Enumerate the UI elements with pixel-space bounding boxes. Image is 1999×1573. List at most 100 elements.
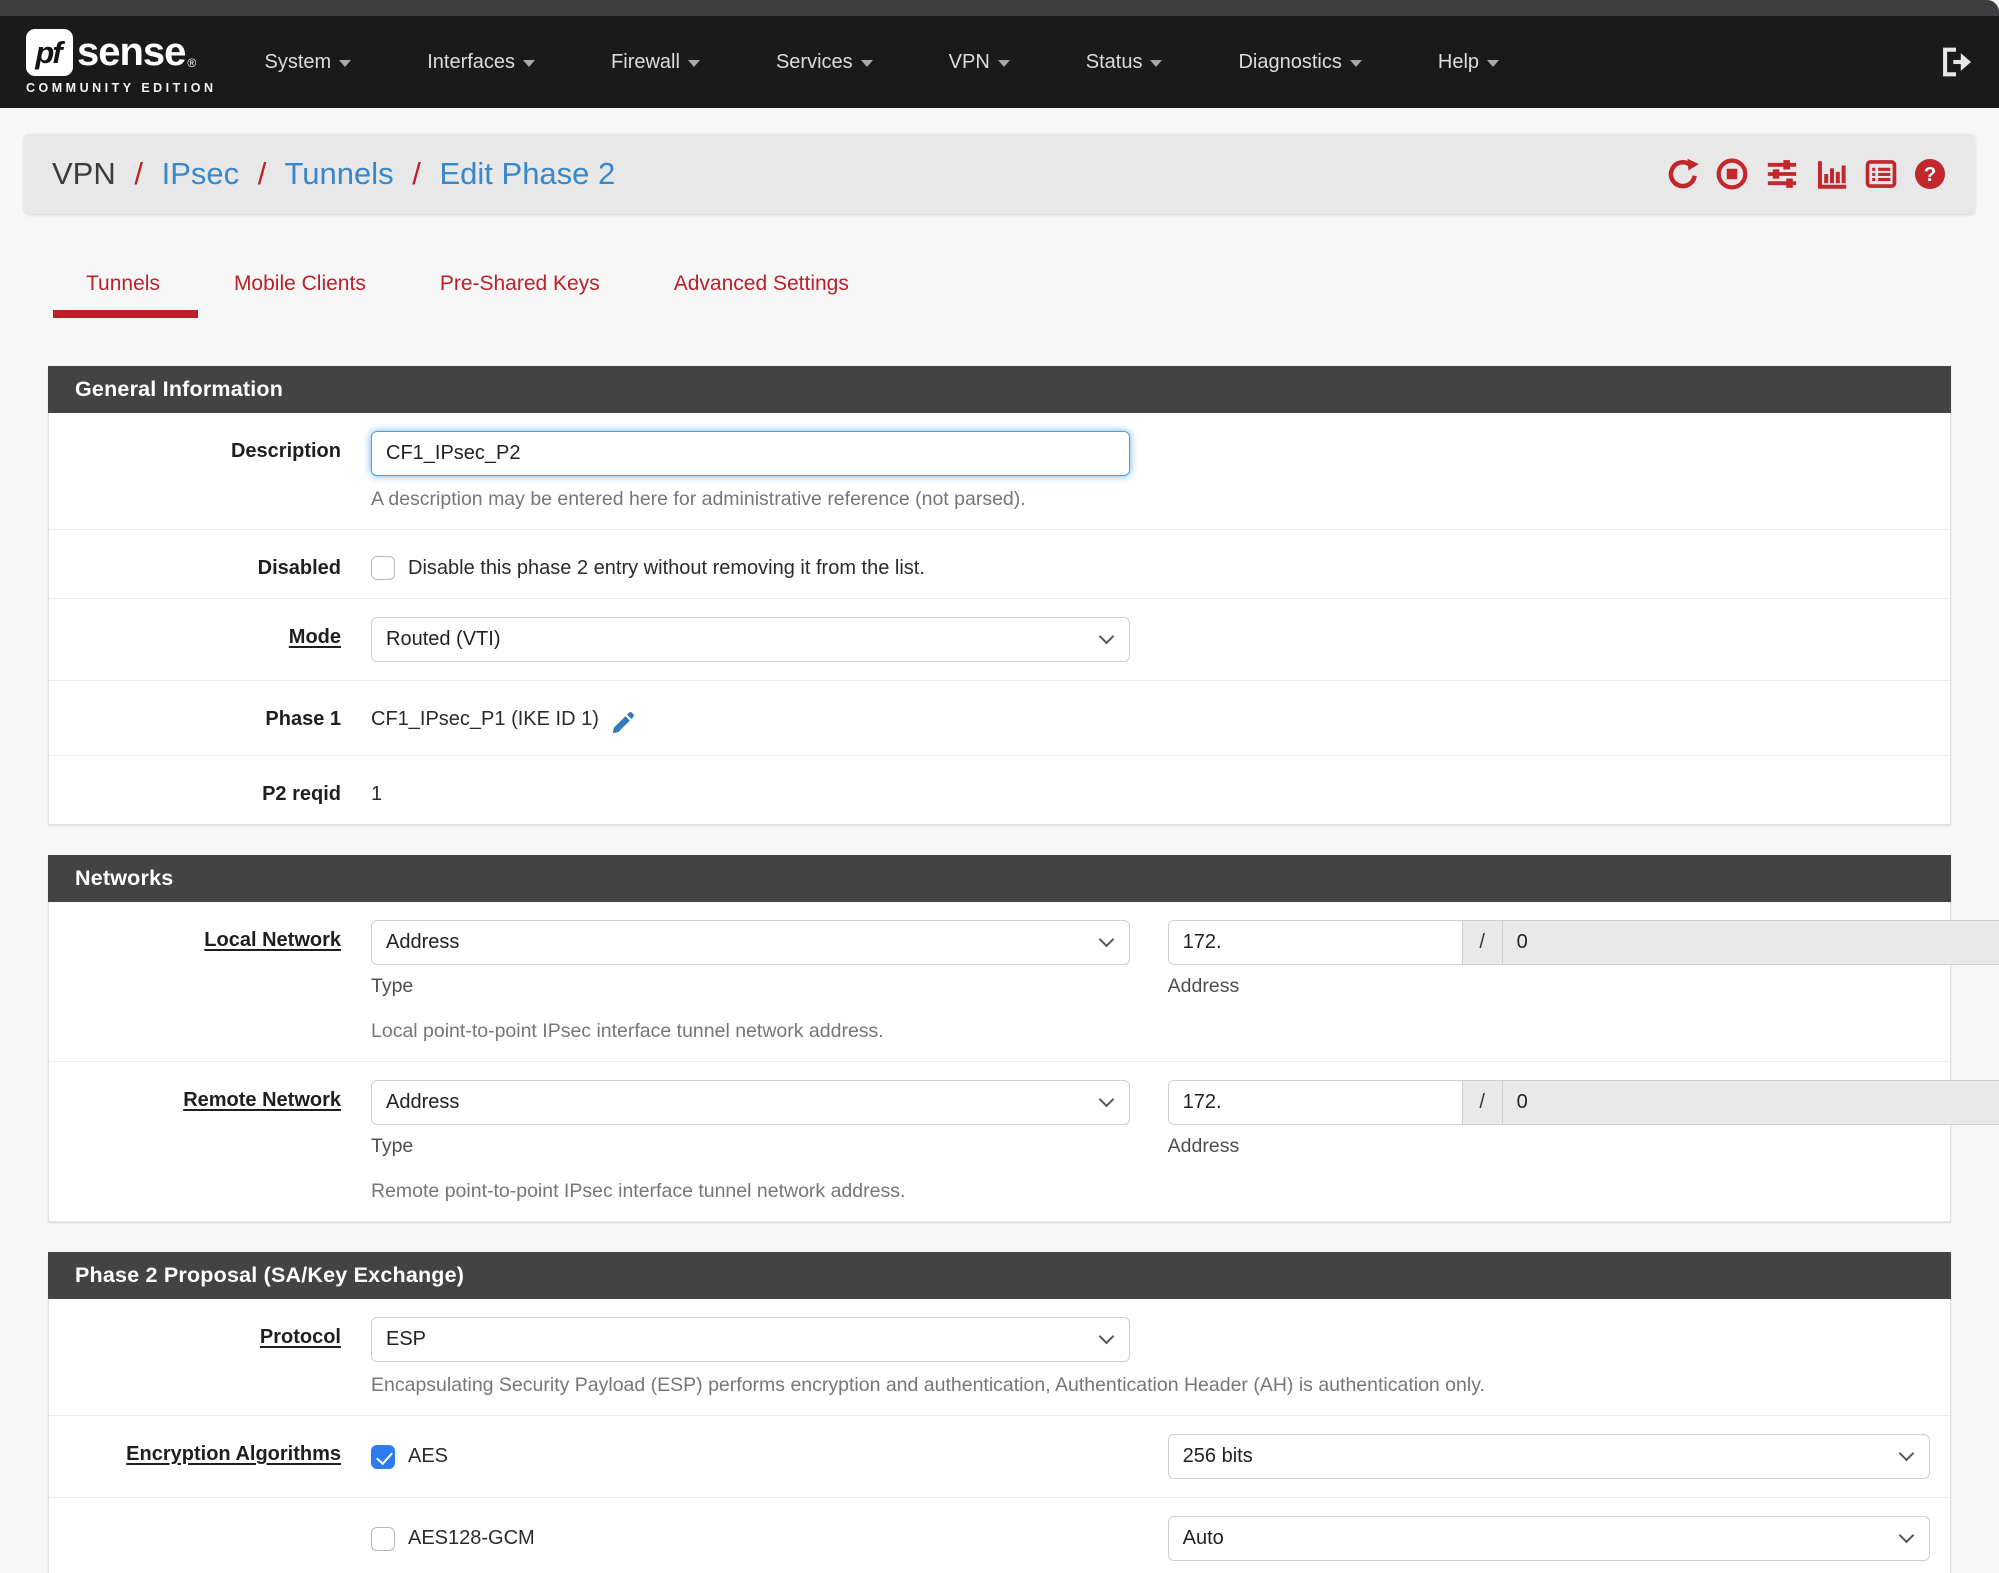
panel-title: General Information <box>48 366 1951 413</box>
pfsense-logo[interactable]: pf sense ® COMMUNITY EDITION <box>26 29 217 95</box>
local-network-address-input[interactable] <box>1167 920 1463 965</box>
bar-chart-icon[interactable] <box>1815 157 1849 191</box>
phase1-value-line: CF1_IPsec_P1 (IKE ID 1) <box>371 699 1930 737</box>
community-edition-label: COMMUNITY EDITION <box>26 81 217 95</box>
panel-networks: Networks Local Network Address Type 172.… <box>48 855 1999 1222</box>
nav-item-interfaces[interactable]: Interfaces <box>427 50 536 74</box>
breadcrumb-trail: VPN / IPsec / Tunnels / Edit Phase 2 <box>52 156 615 192</box>
row-remote-network: Remote Network Address Type 172. / 0 Add… <box>49 1061 1999 1221</box>
nav-item-help[interactable]: Help <box>1437 50 1500 74</box>
nav-item-services[interactable]: Services <box>776 51 873 74</box>
chevron-down-icon <box>523 60 536 67</box>
breadcrumb: VPN / IPsec / Tunnels / Edit Phase 2 ? <box>24 134 1975 214</box>
panel-body: Description A description may be entered… <box>48 413 1951 825</box>
panel-phase2-proposal: Phase 2 Proposal (SA/Key Exchange) Proto… <box>48 1252 1951 1573</box>
nav-item-label: Services <box>775 50 853 73</box>
aes-checkbox-label: AES <box>408 1445 449 1467</box>
nav-item-diagnostics[interactable]: Diagnostics <box>1238 50 1362 74</box>
nav-item-label: Diagnostics <box>1238 50 1342 73</box>
panel-body: Protocol ESP Encapsulating Security Payl… <box>48 1299 1951 1573</box>
remote-network-address-group: / 0 <box>1167 1080 1999 1125</box>
disabled-checkbox[interactable] <box>371 556 395 580</box>
sliders-icon[interactable] <box>1764 157 1800 191</box>
breadcrumb-link-ipsec[interactable]: IPsec <box>162 156 240 191</box>
edit-pencil-icon[interactable] <box>609 709 637 737</box>
breadcrumb-link-tunnels[interactable]: Tunnels <box>284 156 393 191</box>
local-network-help: Local point-to-point IPsec interface tun… <box>371 1020 884 1042</box>
local-network-label: Local Network <box>49 920 371 1043</box>
sign-out-icon <box>1943 47 1971 77</box>
remote-network-mask-select[interactable]: 0 <box>1502 1080 1999 1125</box>
description-input[interactable] <box>371 431 1131 476</box>
remote-network-mask-value: 0 <box>1516 1091 1528 1113</box>
aes128gcm-keylen-value: Auto <box>1182 1527 1224 1549</box>
stop-circle-icon[interactable] <box>1715 157 1749 191</box>
p2reqid-label: P2 reqid <box>262 783 341 805</box>
phase1-value: CF1_IPsec_P1 (IKE ID 1) <box>371 708 599 730</box>
tab-bar: Tunnels Mobile Clients Pre-Shared Keys A… <box>48 272 1951 318</box>
panel-title: Networks <box>48 855 1951 902</box>
tab-mobile-clients[interactable]: Mobile Clients <box>234 272 366 318</box>
aes128gcm-checkbox[interactable] <box>371 1526 395 1551</box>
nav-item-status[interactable]: Status <box>1086 51 1163 74</box>
nav-item-label: System <box>264 50 332 73</box>
help-icon[interactable]: ? <box>1913 157 1947 191</box>
empty-label <box>49 1516 371 1561</box>
aes-keylen-select[interactable]: 256 bits <box>1167 1434 1930 1479</box>
row-encryption-aes128gcm: AES128-GCM Auto <box>49 1497 1950 1573</box>
page-content: VPN / IPsec / Tunnels / Edit Phase 2 ? T… <box>0 134 1999 1573</box>
encryption-algorithms-label: Encryption Algorithms <box>49 1434 371 1479</box>
pfsense-logo-row: pf sense ® <box>26 29 217 76</box>
protocol-label-text: Protocol <box>259 1326 341 1348</box>
tab-tunnels[interactable]: Tunnels <box>53 272 198 318</box>
remote-network-type-value: Address <box>386 1091 460 1113</box>
remote-network-address-input[interactable] <box>1167 1080 1463 1125</box>
breadcrumb-page-title[interactable]: Edit Phase 2 <box>439 156 615 191</box>
aes-checkbox[interactable] <box>371 1444 395 1469</box>
nav-item-label: Interfaces <box>427 50 516 73</box>
local-network-type-select[interactable]: Address <box>371 920 1131 965</box>
panel-body: Local Network Address Type 172. / 0 Addr… <box>48 902 1999 1222</box>
nav-item-label: Firewall <box>611 50 680 73</box>
pfsense-logo-pf-badge: pf <box>26 29 73 76</box>
nav-item-system[interactable]: System <box>265 51 352 74</box>
log-list-icon[interactable] <box>1864 157 1898 191</box>
aes128gcm-check-line: AES128-GCM <box>371 1526 535 1551</box>
row-disabled: Disabled Disable this phase 2 entry with… <box>49 529 1950 598</box>
p2reqid-value: 1 <box>371 783 383 805</box>
local-network-mask-select[interactable]: 0 <box>1502 920 1999 965</box>
sign-out-button[interactable] <box>1939 47 1973 77</box>
mode-label-text: Mode <box>288 626 341 648</box>
nav-item-label: Status <box>1085 50 1143 73</box>
chevron-down-icon <box>1487 60 1500 67</box>
nav-item-vpn[interactable]: VPN <box>949 51 1010 74</box>
svg-text:?: ? <box>1924 163 1937 186</box>
remote-network-type-select[interactable]: Address <box>371 1080 1131 1125</box>
tab-advanced-settings[interactable]: Advanced Settings <box>674 272 849 318</box>
nav-item-label: Help <box>1437 50 1480 73</box>
protocol-select-value: ESP <box>386 1328 427 1350</box>
row-p2reqid: P2 reqid 1 <box>49 755 1950 824</box>
header-action-icons: ? <box>1666 157 1947 191</box>
nav-item-firewall[interactable]: Firewall <box>611 51 700 74</box>
protocol-label: Protocol <box>49 1317 371 1397</box>
main-menu: System Interfaces Firewall Services VPN … <box>265 50 1500 74</box>
protocol-help: Encapsulating Security Payload (ESP) per… <box>371 1374 1485 1396</box>
protocol-select[interactable]: ESP <box>371 1317 1131 1362</box>
refresh-icon[interactable] <box>1666 157 1700 191</box>
local-network-type-sublabel: Type <box>371 975 414 997</box>
aes128gcm-keylen-select[interactable]: Auto <box>1167 1516 1930 1561</box>
panel-title: Phase 2 Proposal (SA/Key Exchange) <box>48 1252 1951 1299</box>
phase1-label: Phase 1 <box>265 708 341 730</box>
chevron-down-icon <box>1898 1445 1915 1461</box>
breadcrumb-separator: / <box>257 156 267 191</box>
remote-network-label: Remote Network <box>49 1080 371 1203</box>
mode-select[interactable]: Routed (VTI) <box>371 617 1131 662</box>
chevron-down-icon <box>687 60 700 67</box>
tab-pre-shared-keys[interactable]: Pre-Shared Keys <box>440 272 600 318</box>
nav-item-label: VPN <box>948 50 990 73</box>
chevron-down-icon <box>339 60 352 67</box>
breadcrumb-section: VPN <box>52 156 116 191</box>
aes128gcm-checkbox-label: AES128-GCM <box>408 1527 535 1549</box>
row-mode: Mode Routed (VTI) <box>49 598 1950 680</box>
